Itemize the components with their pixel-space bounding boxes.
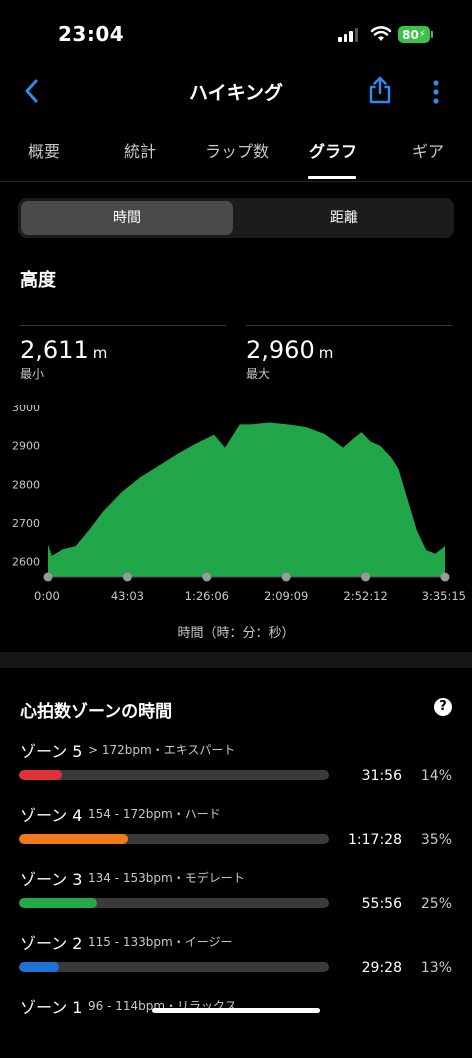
x-tick-label: 1:26:06 <box>185 589 229 603</box>
hr-zones-title: 心拍数ゾーンの時間 <box>20 702 173 722</box>
x-tick-label: 0:00 <box>34 589 60 603</box>
zone-time: 1:17:28 <box>348 832 402 848</box>
zone-percent: 13% <box>420 960 452 976</box>
share-icon[interactable] <box>368 76 392 104</box>
hr-zone-row: ゾーン 5 > 172bpm・エキスパート 31:56 14% <box>0 738 472 802</box>
home-indicator <box>152 1008 320 1013</box>
zone-progress-fill <box>19 770 63 780</box>
max-elevation-value: 2,960 <box>246 336 315 364</box>
x-tick-dot <box>122 572 132 582</box>
min-elevation-label: 最小 <box>20 367 45 381</box>
hr-zone-row: ゾーン 2 115 - 133bpm・イージー 29:28 13% <box>0 930 472 994</box>
zone-progress-track <box>19 962 329 972</box>
x-tick-label: 2:09:09 <box>264 589 308 603</box>
tab-overview[interactable]: 概要 <box>28 138 60 162</box>
y-tick-label: 2900 <box>12 440 40 453</box>
zone-percent: 35% <box>420 832 452 848</box>
zone-progress-fill <box>19 962 60 972</box>
x-axis-title: 時間（時：分：秒） <box>177 626 295 641</box>
battery-icon: 80 ⚡ <box>398 26 430 43</box>
zone-name: ゾーン 3 <box>20 870 83 889</box>
x-tick-label: 43:03 <box>111 589 144 603</box>
max-elevation-label: 最大 <box>246 367 271 381</box>
zone-progress-fill <box>19 834 128 844</box>
zone-name: ゾーン 2 <box>20 934 83 953</box>
zone-range: 115 - 133bpm・イージー <box>88 935 233 949</box>
tab-graph[interactable]: グラフ <box>309 138 357 162</box>
y-tick-label: 2800 <box>12 478 40 491</box>
zone-percent: 14% <box>420 768 452 784</box>
x-tick-dot <box>43 572 53 582</box>
zone-name: ゾーン 1 <box>20 998 83 1017</box>
y-tick-label: 2700 <box>12 517 40 530</box>
elevation-area <box>48 422 445 577</box>
zone-progress-track <box>19 770 329 780</box>
segment-distance[interactable]: 距離 <box>238 201 450 235</box>
zone-range: 154 - 172bpm・ハード <box>88 807 221 821</box>
x-tick-dot <box>440 572 450 582</box>
hr-zone-row: ゾーン 4 154 - 172bpm・ハード 1:17:28 35% <box>0 802 472 866</box>
tab-bar: 概要 統計 ラップ数 グラフ ギア <box>0 138 472 182</box>
zone-time: 55:56 <box>361 896 402 912</box>
section-separator <box>0 652 472 668</box>
tab-gear[interactable]: ギア <box>412 138 444 162</box>
zone-name: ゾーン 5 <box>20 742 83 761</box>
hr-zone-row: ゾーン 1 96 - 114bpm・リラックス <box>0 994 472 1058</box>
tab-stats[interactable]: 統計 <box>124 138 156 162</box>
hr-zone-row: ゾーン 3 134 - 153bpm・モデレート 55:56 25% <box>0 866 472 930</box>
zone-progress-track <box>19 834 329 844</box>
x-tick-dot <box>202 572 212 582</box>
max-elevation-unit: m <box>318 344 334 362</box>
help-icon[interactable]: ? <box>434 698 452 716</box>
zone-progress-fill <box>19 898 97 908</box>
y-tick-label: 2600 <box>12 556 40 569</box>
cellular-signal-icon <box>338 28 358 42</box>
time-distance-toggle: 時間 距離 <box>18 198 454 238</box>
zone-time: 31:56 <box>361 768 402 784</box>
zone-progress-track <box>19 898 329 908</box>
elevation-chart: 3000 2900 2800 2700 2600 0:00 43:03 1:26:06 2:09… <box>12 405 466 603</box>
min-elevation: 2,611 m <box>20 336 107 364</box>
x-tick-label: 2:52:12 <box>343 589 387 603</box>
zone-time: 29:28 <box>361 960 402 976</box>
x-tick-dot <box>281 572 291 582</box>
min-elevation-value: 2,611 <box>20 336 89 364</box>
y-tick-label: 3000 <box>12 405 40 414</box>
zone-name: ゾーン 4 <box>20 806 83 825</box>
x-tick-label: 3:35:15 <box>422 589 466 603</box>
more-options-icon[interactable] <box>432 80 440 104</box>
zone-range: 134 - 153bpm・モデレート <box>88 871 245 885</box>
active-tab-indicator <box>308 176 356 179</box>
tab-laps[interactable]: ラップ数 <box>205 138 269 162</box>
page-title: ハイキング <box>188 82 284 104</box>
status-time: 23:04 <box>58 22 125 46</box>
battery-level: 80 <box>402 27 419 42</box>
zone-percent: 25% <box>420 896 452 912</box>
segment-time[interactable]: 時間 <box>21 201 233 235</box>
wifi-icon <box>370 26 392 41</box>
x-tick-dot <box>361 572 371 582</box>
min-elevation-unit: m <box>92 344 108 362</box>
zone-range: > 172bpm・エキスパート <box>88 743 236 757</box>
elevation-title: 高度 <box>20 270 56 291</box>
max-elevation: 2,960 m <box>246 336 333 364</box>
